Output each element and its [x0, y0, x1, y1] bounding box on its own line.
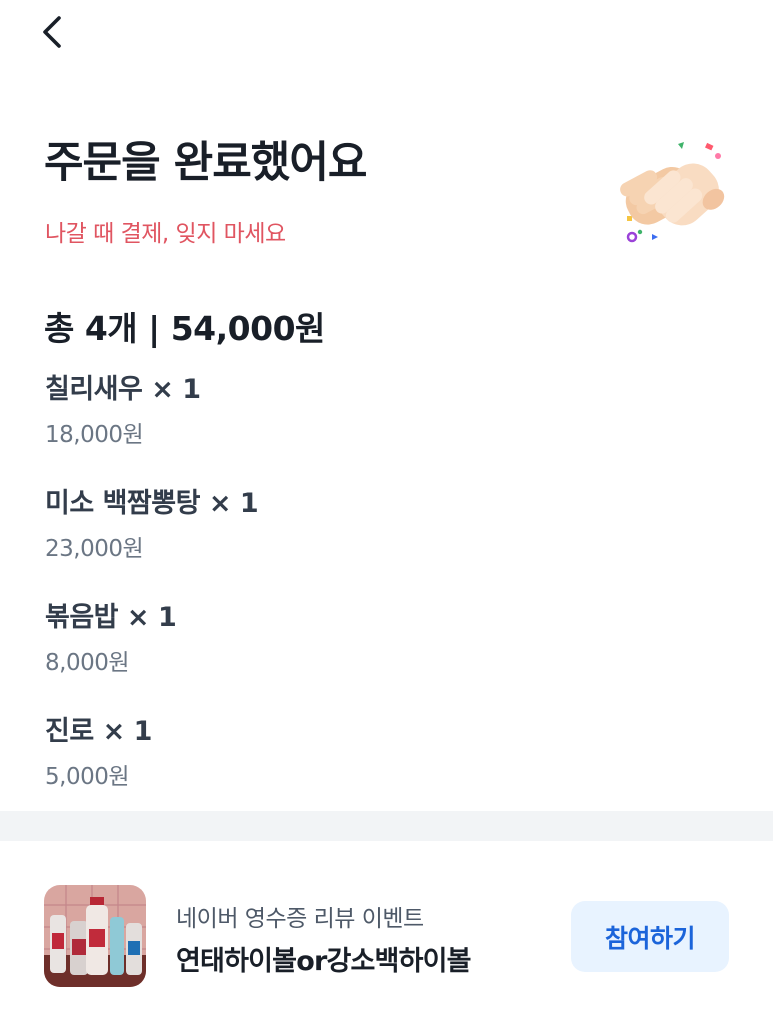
order-summary: 총 4개 | 54,000원 — [44, 309, 325, 348]
highball-product-thumbnail — [44, 885, 146, 987]
payment-reminder: 나갈 때 결제, 잊지 마세요 — [45, 221, 286, 247]
clapping-hands-icon — [618, 136, 730, 248]
order-item: 볶음밥 × 1 8,000원 — [45, 598, 725, 712]
order-item: 미소 백짬뽕탕 × 1 23,000원 — [45, 484, 725, 598]
event-title: 연태하이볼or강소백하이볼 — [176, 946, 472, 977]
order-item: 진로 × 1 5,000원 — [45, 712, 725, 826]
order-item-price: 18,000원 — [45, 422, 144, 448]
order-item-price: 8,000원 — [45, 650, 130, 676]
order-item-price: 23,000원 — [45, 536, 144, 562]
order-item-list: 칠리새우 × 1 18,000원 미소 백짬뽕탕 × 1 23,000원 볶음밥… — [45, 370, 725, 826]
event-caption: 네이버 영수증 리뷰 이벤트 — [176, 906, 424, 932]
order-item-name: 칠리새우 × 1 — [45, 374, 201, 405]
join-event-button[interactable]: 참여하기 — [571, 901, 729, 972]
order-item: 칠리새우 × 1 18,000원 — [45, 370, 725, 484]
back-button[interactable] — [30, 12, 74, 56]
section-divider — [0, 811, 773, 841]
page-title: 주문을 완료했어요 — [44, 138, 367, 188]
order-item-price: 5,000원 — [45, 764, 130, 790]
order-item-name: 미소 백짬뽕탕 × 1 — [45, 488, 259, 519]
chevron-left-icon — [40, 14, 64, 54]
order-item-name: 진로 × 1 — [45, 716, 152, 747]
order-item-name: 볶음밥 × 1 — [45, 602, 177, 633]
review-event-banner[interactable]: 네이버 영수증 리뷰 이벤트 연태하이볼or강소백하이볼 참여하기 — [0, 841, 773, 1031]
